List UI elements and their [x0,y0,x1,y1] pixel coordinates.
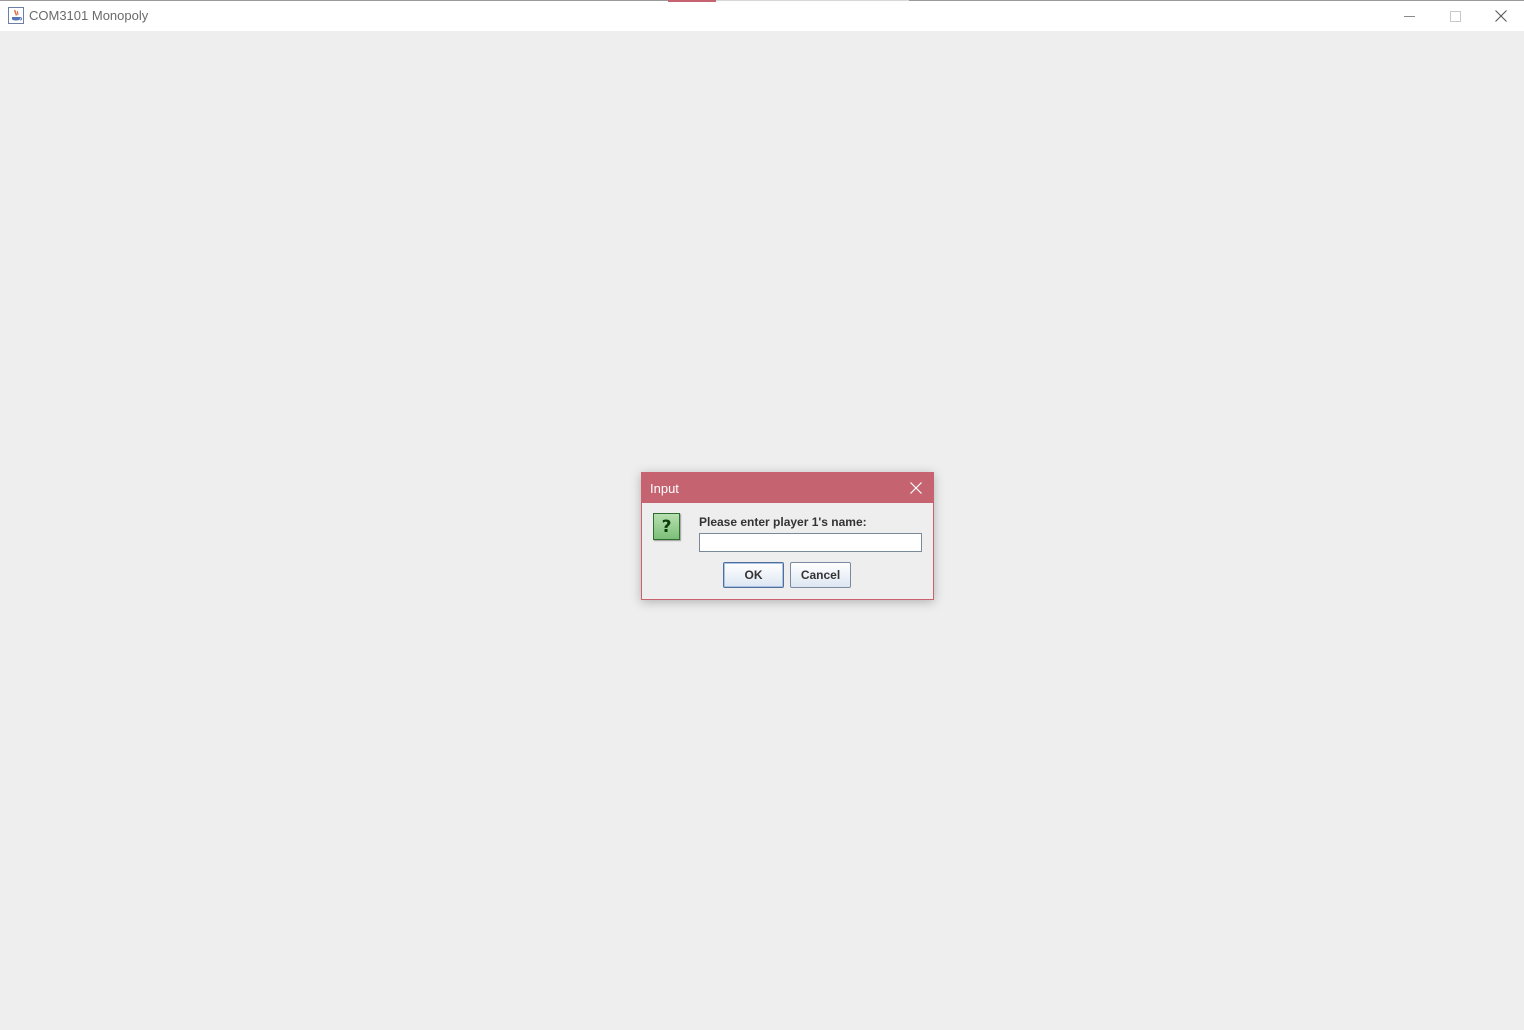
maximize-button[interactable] [1432,1,1478,31]
close-icon [910,482,922,494]
minimize-button[interactable] [1386,1,1432,31]
input-dialog: Input ? Please enter player 1's name: OK… [641,472,934,600]
window-title: COM3101 Monopoly [29,8,149,23]
close-button[interactable] [1478,1,1524,31]
player-name-prompt: Please enter player 1's name: [699,515,867,529]
close-icon [1495,10,1507,22]
ok-button[interactable]: OK [723,562,784,588]
app-window: COM3101 Monopoly Input ? Please enter pl… [0,0,1524,1030]
titlebar-accent-light [716,0,909,1]
minimize-icon [1403,15,1415,17]
dialog-close-button[interactable] [903,475,929,501]
dialog-titlebar[interactable]: Input [642,473,933,503]
window-titlebar[interactable]: COM3101 Monopoly [0,0,1524,31]
player-name-input[interactable] [699,533,922,552]
maximize-icon [1449,10,1461,22]
dialog-title: Input [650,481,679,496]
question-icon: ? [653,513,680,540]
cancel-button[interactable]: Cancel [790,562,851,588]
titlebar-accent [668,0,716,2]
java-app-icon [8,7,24,24]
